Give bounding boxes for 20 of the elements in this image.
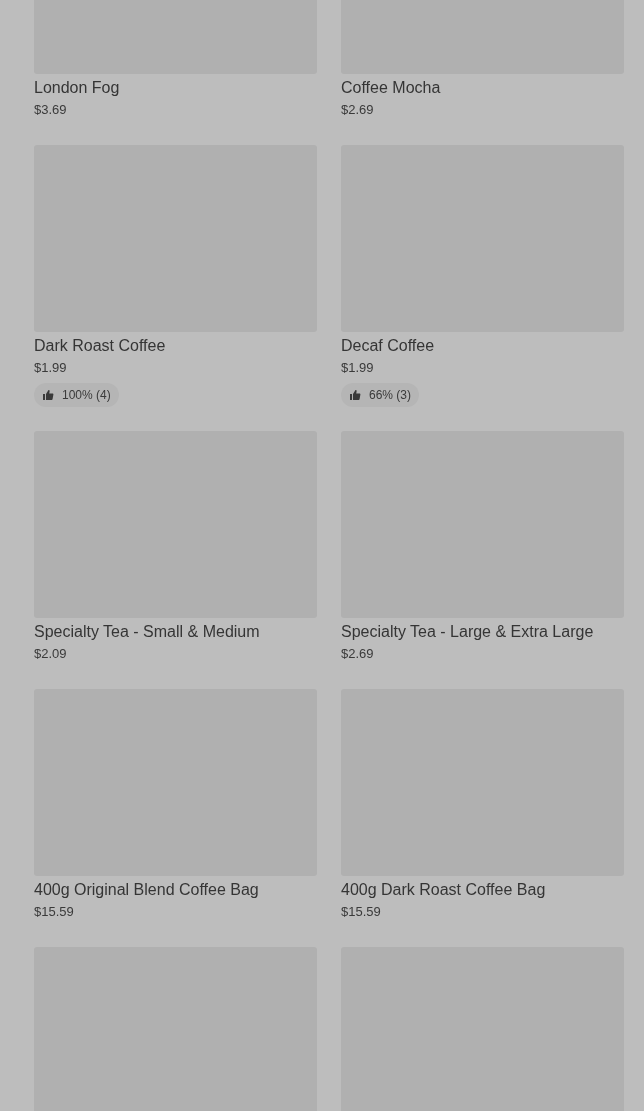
product-price: $2.69 <box>341 101 374 119</box>
product-price: $2.69 <box>341 645 374 663</box>
product-name[interactable]: Dark Roast Coffee <box>34 335 166 357</box>
product-price: $1.99 <box>341 359 374 377</box>
product-price: $3.69 <box>34 101 67 119</box>
product-price: $1.99 <box>34 359 67 377</box>
product-name[interactable]: Specialty Tea - Large & Extra Large <box>341 621 594 643</box>
product-name[interactable]: Decaf Coffee <box>341 335 435 357</box>
product-name[interactable]: Coffee Mocha <box>341 77 441 99</box>
product-price: $2.09 <box>34 645 67 663</box>
rating-text: 100% (4) <box>62 387 111 404</box>
rating-text: 66% (3) <box>369 387 412 404</box>
product-name[interactable]: 400g Dark Roast Coffee Bag <box>341 879 546 901</box>
product-name[interactable]: 400g Original Blend Coffee Bag <box>34 879 259 901</box>
thumbs-up-icon <box>42 389 54 401</box>
product-name[interactable]: London Fog <box>34 77 120 99</box>
product-name[interactable]: Specialty Tea - Small & Medium <box>34 621 260 643</box>
product-price: $15.59 <box>34 903 74 921</box>
thumbs-up-icon <box>349 389 361 401</box>
product-price: $15.59 <box>341 903 381 921</box>
